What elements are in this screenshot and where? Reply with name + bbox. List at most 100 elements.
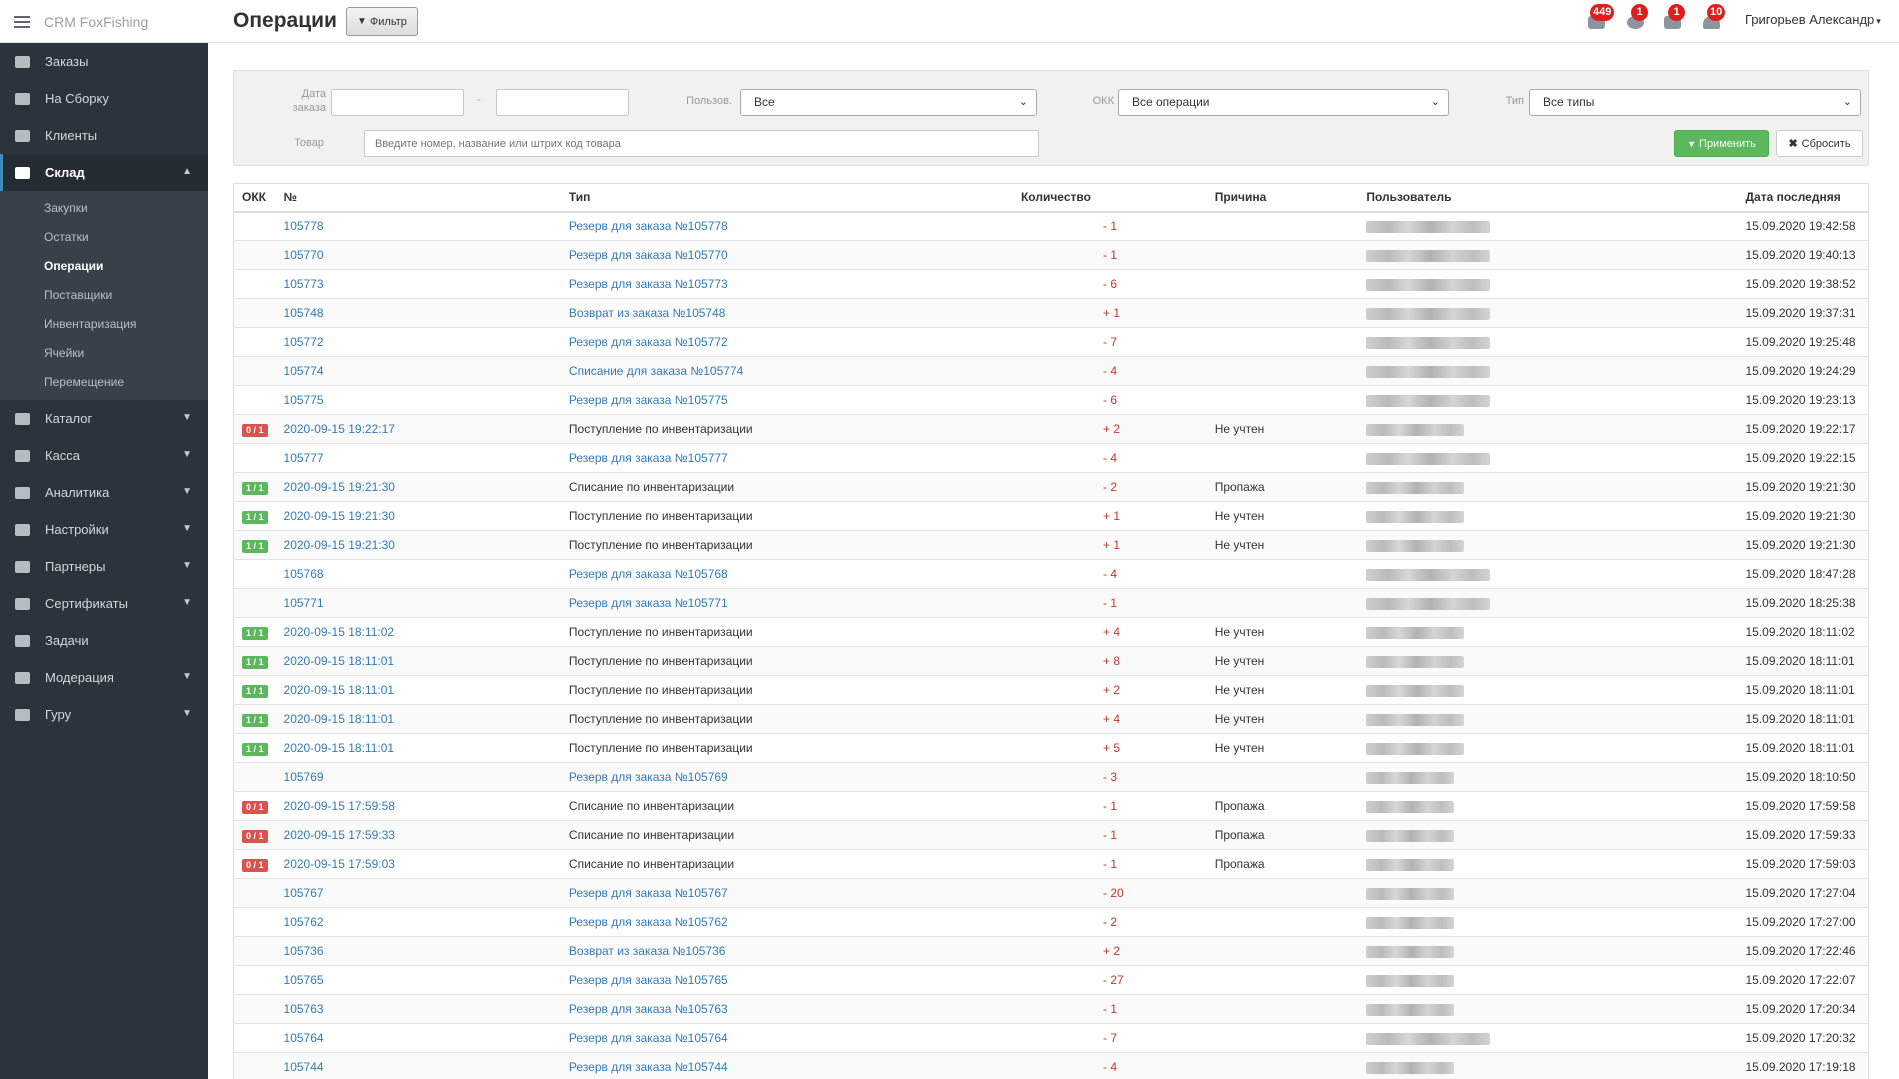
sidebar-item-assembly[interactable]: На Сборку [0, 80, 208, 117]
okk-status-badge[interactable]: 1 / 1 [242, 539, 268, 553]
okk-status-badge[interactable]: 0 / 1 [242, 829, 268, 843]
operation-type-link[interactable]: Резерв для заказа №105765 [560, 965, 1013, 995]
column-header-user[interactable]: Пользователь [1358, 183, 1738, 213]
operation-type-link[interactable]: Резерв для заказа №105764 [560, 1023, 1013, 1053]
okk-status-badge[interactable]: 1 / 1 [242, 655, 268, 669]
operation-number-link[interactable]: 2020-09-15 18:11:02 [275, 617, 561, 647]
operation-type-link[interactable]: Резерв для заказа №105763 [560, 994, 1013, 1024]
operation-number-link[interactable]: 105771 [275, 588, 561, 618]
date-to-input[interactable] [496, 89, 629, 116]
operation-number-link[interactable]: 105765 [275, 965, 561, 995]
operation-type-link[interactable]: Резерв для заказа №105775 [560, 385, 1013, 415]
subnav-item-inventory[interactable]: Инвентаризация [0, 309, 208, 338]
user-select[interactable]: Все ⌄ [740, 89, 1037, 116]
operation-number-link[interactable]: 2020-09-15 18:11:01 [275, 704, 561, 734]
sidebar-item-moderation[interactable]: Модерация ▼ [0, 659, 208, 696]
operation-type-link[interactable]: Резерв для заказа №105767 [560, 878, 1013, 908]
sidebar-item-settings[interactable]: Настройки ▼ [0, 511, 208, 548]
column-header-quantity[interactable]: Количество [1012, 183, 1207, 213]
sidebar-item-clients[interactable]: Клиенты [0, 117, 208, 154]
column-header-type[interactable]: Тип [560, 183, 1013, 213]
sidebar-item-analytics[interactable]: Аналитика ▼ [0, 474, 208, 511]
subnav-item-purchases[interactable]: Закупки [0, 193, 208, 222]
calendar-icon[interactable]: 1 [1662, 4, 1685, 32]
comments-icon[interactable]: 449 [1586, 4, 1615, 32]
operation-number-link[interactable]: 2020-09-15 17:59:03 [275, 849, 561, 879]
operation-type-link[interactable]: Возврат из заказа №105736 [560, 936, 1013, 966]
operation-type-link[interactable]: Резерв для заказа №105772 [560, 327, 1013, 357]
operation-type-link[interactable]: Резерв для заказа №105771 [560, 588, 1013, 618]
operation-number-link[interactable]: 2020-09-15 19:21:30 [275, 472, 561, 502]
phone-icon[interactable]: 1 [1625, 4, 1648, 32]
sidebar-item-orders[interactable]: Заказы [0, 43, 208, 80]
subnav-item-operations[interactable]: Операции [0, 251, 208, 280]
subnav-item-transfer[interactable]: Перемещение [0, 367, 208, 396]
subnav-item-cells[interactable]: Ячейки [0, 338, 208, 367]
operation-number-link[interactable]: 105772 [275, 327, 561, 357]
operation-type-link[interactable]: Резерв для заказа №105768 [560, 559, 1013, 589]
operation-type-link[interactable]: Возврат из заказа №105748 [560, 298, 1013, 328]
sidebar-item-cash[interactable]: Касса ▼ [0, 437, 208, 474]
operation-type-link[interactable]: Резерв для заказа №105762 [560, 907, 1013, 937]
operation-type-link[interactable]: Резерв для заказа №105770 [560, 240, 1013, 270]
reset-button[interactable]: ✖ Сбросить [1776, 130, 1863, 157]
subnav-item-suppliers[interactable]: Поставщики [0, 280, 208, 309]
okk-select[interactable]: Все операции ⌄ [1118, 89, 1449, 116]
operation-number-link[interactable]: 105764 [275, 1023, 561, 1053]
sidebar-item-guru[interactable]: Гуру ▼ [0, 696, 208, 733]
operation-number-link[interactable]: 105762 [275, 907, 561, 937]
menu-toggle-icon[interactable] [14, 15, 30, 28]
operation-number-link[interactable]: 105768 [275, 559, 561, 589]
user-menu[interactable]: Григорьев Александр ▾ [1745, 12, 1881, 27]
sidebar-item-certificates[interactable]: Сертификаты ▼ [0, 585, 208, 622]
operation-number-link[interactable]: 105736 [275, 936, 561, 966]
filter-toggle-button[interactable]: ▼ Фильтр [346, 7, 418, 36]
subnav-item-stock[interactable]: Остатки [0, 222, 208, 251]
operation-number-link[interactable]: 105773 [275, 269, 561, 299]
operation-number-link[interactable]: 105770 [275, 240, 561, 270]
sidebar-item-tasks[interactable]: Задачи [0, 622, 208, 659]
date-from-input[interactable] [331, 89, 464, 116]
operation-number-link[interactable]: 105775 [275, 385, 561, 415]
operation-number-link[interactable]: 105767 [275, 878, 561, 908]
okk-status-badge[interactable]: 0 / 1 [242, 800, 268, 814]
operation-type-link[interactable]: Резерв для заказа №105778 [560, 211, 1013, 241]
column-header-reason[interactable]: Причина [1206, 183, 1359, 213]
sidebar-item-partners[interactable]: Партнеры ▼ [0, 548, 208, 585]
operation-number-link[interactable]: 105769 [275, 762, 561, 792]
okk-status-badge[interactable]: 1 / 1 [242, 626, 268, 640]
operation-number-link[interactable]: 2020-09-15 17:59:58 [275, 791, 561, 821]
operation-number-link[interactable]: 2020-09-15 17:59:33 [275, 820, 561, 850]
operation-number-link[interactable]: 2020-09-15 18:11:01 [275, 733, 561, 763]
operation-number-link[interactable]: 2020-09-15 18:11:01 [275, 675, 561, 705]
operation-number-link[interactable]: 105774 [275, 356, 561, 386]
operation-number-link[interactable]: 105763 [275, 994, 561, 1024]
bell-icon[interactable]: 10 [1701, 4, 1726, 32]
operation-type-link[interactable]: Резерв для заказа №105773 [560, 269, 1013, 299]
operation-number-link[interactable]: 105744 [275, 1052, 561, 1079]
okk-status-badge[interactable]: 0 / 1 [242, 423, 268, 437]
operation-type-link[interactable]: Резерв для заказа №105769 [560, 762, 1013, 792]
okk-status-badge[interactable]: 1 / 1 [242, 684, 268, 698]
okk-status-badge[interactable]: 1 / 1 [242, 742, 268, 756]
operation-type-link[interactable]: Списание для заказа №105774 [560, 356, 1013, 386]
brand[interactable]: CRM FoxFishing [0, 0, 208, 43]
operation-number-link[interactable]: 2020-09-15 19:21:30 [275, 530, 561, 560]
operation-number-link[interactable]: 105748 [275, 298, 561, 328]
operation-number-link[interactable]: 2020-09-15 19:22:17 [275, 414, 561, 444]
operation-number-link[interactable]: 105777 [275, 443, 561, 473]
sidebar-item-warehouse[interactable]: Склад ▲ [0, 154, 208, 191]
type-select[interactable]: Все типы ⌄ [1529, 89, 1861, 116]
okk-status-badge[interactable]: 0 / 1 [242, 858, 268, 872]
column-header-okk[interactable]: ОКК [233, 183, 276, 213]
okk-status-badge[interactable]: 1 / 1 [242, 510, 268, 524]
column-header-number[interactable]: № [275, 183, 561, 213]
apply-button[interactable]: ▼ Применить [1674, 130, 1769, 157]
okk-status-badge[interactable]: 1 / 1 [242, 481, 268, 495]
operation-type-link[interactable]: Резерв для заказа №105777 [560, 443, 1013, 473]
okk-status-badge[interactable]: 1 / 1 [242, 713, 268, 727]
operation-number-link[interactable]: 105778 [275, 211, 561, 241]
sidebar-item-catalog[interactable]: Каталог ▼ [0, 400, 208, 437]
product-search-input[interactable] [364, 130, 1039, 157]
column-header-date[interactable]: Дата последняя [1737, 183, 1869, 213]
